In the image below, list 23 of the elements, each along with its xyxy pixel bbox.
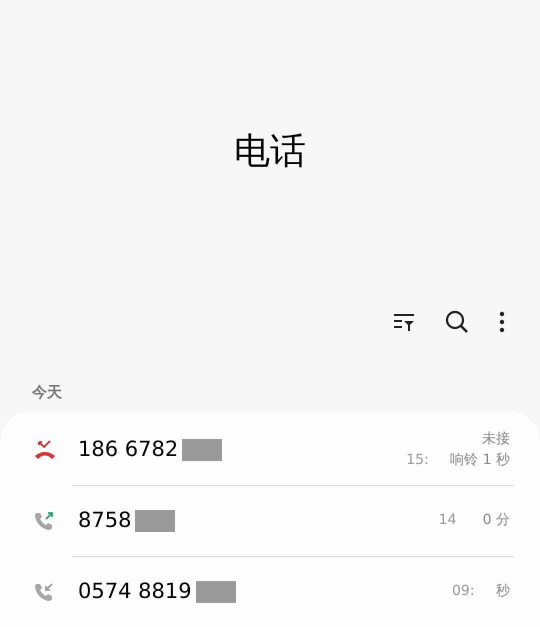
redaction-block — [196, 580, 236, 603]
phone-number: 186 6782 — [78, 436, 178, 464]
call-duration: 0 分 — [482, 511, 510, 530]
more-options-icon[interactable] — [498, 310, 506, 334]
call-log-item[interactable]: 8758 14 0 分 — [0, 486, 540, 556]
call-status: 未接 — [482, 430, 510, 449]
call-duration: 响铃 1 秒 — [450, 450, 510, 470]
call-log-item[interactable]: 0574 8819 09: 秒 — [0, 556, 540, 627]
call-time: 09: — [452, 582, 476, 602]
incoming-call-icon — [33, 580, 55, 603]
missed-call-icon — [33, 438, 57, 461]
section-header: 今天 — [32, 382, 62, 403]
call-log-item[interactable]: 186 6782 未接 15: 响铃 1 秒 — [0, 414, 540, 485]
phone-number: 8758 — [78, 507, 132, 534]
call-time: 15: — [406, 450, 430, 470]
phone-number: 0574 8819 — [78, 578, 192, 606]
call-time: 14 — [438, 511, 458, 530]
outgoing-call-icon — [33, 510, 55, 532]
redaction-block — [182, 438, 222, 461]
page-title: 电话 — [234, 130, 306, 174]
redaction-block — [135, 510, 176, 532]
call-duration: 秒 — [496, 582, 510, 602]
search-icon[interactable] — [444, 308, 470, 335]
